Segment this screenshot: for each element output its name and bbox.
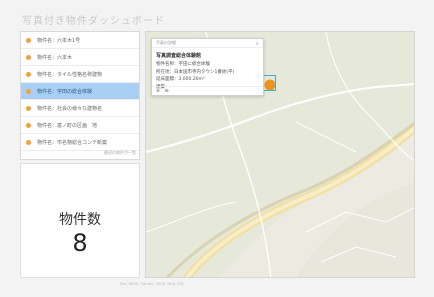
property-marker-icon [26,122,31,128]
popup-header-label: 写真の詳細 [156,40,176,45]
property-popup: 写真の詳細 ✕ 写真調査総合体験館 物件名称：宇田に総合体験 所在地：日本国市寺… [151,38,264,96]
map-view[interactable]: 写真の詳細 ✕ 写真調査総合体験館 物件名称：宇田に総合体験 所在地：日本国市寺… [145,31,415,278]
list-item[interactable]: 物件名：市名物総合コンテ新築 [21,134,139,151]
count-value: 8 [72,229,88,257]
popup-header: 写真の詳細 ✕ [152,39,263,48]
list-item[interactable]: 物件名：六本木 [21,49,139,66]
list-item[interactable]: 物件名：六本木1号 [21,32,139,49]
expand-icon[interactable]: ⊞ [165,89,169,94]
map-attribution: Esri, HERE, Garmin, USGS, NGA, EPA [120,282,184,286]
list-item-label: 物件名：タイル性格名称建物 [37,71,103,78]
list-item-selected[interactable]: 物件名：宇田の総合体験 [21,83,139,100]
popup-row: 所在地：日本国市寺内タウン1番地(平) [156,69,235,75]
zoom-to-icon[interactable]: ⊕ [156,89,160,94]
list-item-label: 物件名：六本木1号 [37,37,81,44]
list-item-label: 物件名：宇田の総合体験 [37,88,93,95]
property-marker-icon [26,71,31,77]
close-icon[interactable]: ✕ [256,41,259,46]
property-marker-icon [26,139,31,145]
popup-actions: ⊕ ⊞ [152,86,263,95]
list-item-label: 物件名：社会の様々な建物名 [37,105,103,112]
popup-row: 物件名称：宇田に総合体験 [156,62,210,67]
property-marker-icon [26,105,31,111]
app-title: 写真付き物件ダッシュボード [22,16,165,27]
list-item[interactable]: 物件名：タイル性格名称建物 [21,66,139,83]
popup-title: 写真調査総合体験館 [156,53,202,59]
property-list-panel: 物件名：六本木1号 物件名：六本木 物件名：タイル性格名称建物 物件名：宇田の総… [20,31,140,160]
popup-row: 延床面積：3,000.20m² [156,77,205,82]
list-item[interactable]: 物件名：社会の様々な建物名 [21,100,139,117]
marker-highlight [262,75,276,91]
list-item[interactable]: 物件名：富ノ町の区画 地 [21,117,139,134]
list-item-label: 物件名：富ノ町の区画 地 [37,122,98,129]
property-count-panel: 物件数 8 [20,163,140,278]
property-marker-icon [26,88,31,94]
list-item-label: 物件名：市名物総合コンテ新築 [37,139,108,146]
list-item-label: 物件名：六本木 [37,54,73,61]
count-label: 物件数 [59,212,101,228]
property-marker-icon [26,54,31,60]
property-marker-icon [26,37,31,43]
list-footer: 最初の物件が一覧 [104,150,136,155]
